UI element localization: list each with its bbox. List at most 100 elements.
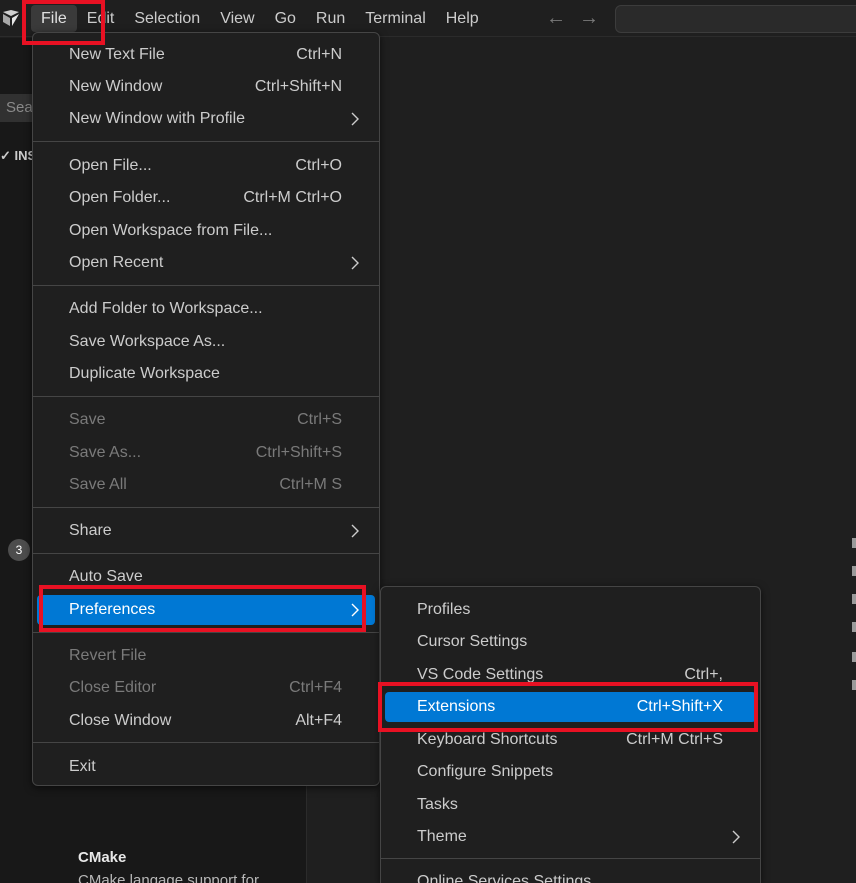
menu-selection[interactable]: Selection — [124, 5, 210, 32]
edge-mark — [852, 680, 856, 690]
menu-view[interactable]: View — [210, 5, 264, 32]
chevron-right-icon — [351, 256, 359, 270]
menu-item-label: Save Workspace As... — [69, 333, 226, 350]
menu-help[interactable]: Help — [436, 5, 489, 32]
menu-item-duplicate-workspace[interactable]: Duplicate Workspace — [37, 359, 375, 389]
extension-description: CMake langage support for ... — [78, 872, 276, 883]
count-badge: 3 — [8, 539, 30, 561]
menu-item-open-workspace-from-file[interactable]: Open Workspace from File... — [37, 216, 375, 246]
preferences-submenu: Profiles Cursor Settings VS Code Setting… — [380, 586, 761, 883]
menu-separator — [381, 858, 760, 859]
installed-section-header[interactable]: ✓ INS — [0, 148, 36, 164]
menu-item-label: Preferences — [69, 601, 156, 618]
menu-item-label: VS Code Settings — [417, 666, 544, 683]
menu-item-label: Auto Save — [69, 568, 143, 585]
menu-item-shortcut: Ctrl+O — [295, 157, 342, 174]
menu-separator — [33, 396, 379, 397]
menu-item-label: Theme — [417, 828, 467, 845]
menu-item-shortcut: Ctrl+Shift+N — [254, 78, 342, 95]
menu-separator — [33, 141, 379, 142]
menu-separator — [33, 285, 379, 286]
menu-item-shortcut: Ctrl+M S — [279, 476, 342, 493]
menu-item-label: New Window — [69, 78, 163, 95]
menu-item-new-window[interactable]: New Window Ctrl+Shift+N — [37, 72, 375, 102]
menu-item-label: Configure Snippets — [417, 763, 554, 780]
menu-item-label: Save All — [69, 476, 127, 493]
menu-item-open-file[interactable]: Open File... Ctrl+O — [37, 151, 375, 181]
menu-item-shortcut: Ctrl+Shift+X — [636, 698, 723, 715]
file-menu: New Text File Ctrl+N New Window Ctrl+Shi… — [32, 32, 380, 786]
menu-item-configure-snippets[interactable]: Configure Snippets — [385, 757, 756, 787]
menu-item-label: Close Editor — [69, 679, 157, 696]
menu-item-preferences[interactable]: Preferences — [37, 595, 375, 625]
menu-separator — [33, 742, 379, 743]
menu-item-new-window-with-profile[interactable]: New Window with Profile — [37, 104, 375, 134]
menu-item-label: New Window with Profile — [69, 110, 246, 127]
menu-item-label: Add Folder to Workspace... — [69, 300, 263, 317]
menu-item-shortcut: Ctrl+M Ctrl+O — [243, 189, 342, 206]
go-forward-icon[interactable]: → — [578, 7, 600, 29]
chevron-right-icon — [732, 830, 740, 844]
menu-item-online-services-settings[interactable]: Online Services Settings — [385, 867, 756, 883]
menu-item-revert-file[interactable]: Revert File — [37, 641, 375, 671]
command-center-search[interactable] — [615, 5, 856, 33]
menu-item-tasks[interactable]: Tasks — [385, 790, 756, 820]
menu-item-label: Close Window — [69, 712, 172, 729]
menu-item-label: Save — [69, 411, 106, 428]
menu-separator — [33, 632, 379, 633]
menu-item-profiles[interactable]: Profiles — [385, 595, 756, 625]
menu-item-shortcut: Ctrl+Shift+S — [255, 444, 342, 461]
chevron-right-icon — [351, 524, 359, 538]
edge-mark — [852, 652, 856, 662]
menu-item-save-all[interactable]: Save All Ctrl+M S — [37, 470, 375, 500]
menu-file[interactable]: File — [31, 5, 77, 32]
menu-item-save-workspace-as[interactable]: Save Workspace As... — [37, 327, 375, 357]
menu-item-label: Exit — [69, 758, 96, 775]
menu-go[interactable]: Go — [265, 5, 306, 32]
edge-mark — [852, 622, 856, 632]
menu-item-label: Open Folder... — [69, 189, 171, 206]
menu-item-shortcut: Ctrl+, — [684, 666, 723, 683]
menu-item-close-editor[interactable]: Close Editor Ctrl+F4 — [37, 673, 375, 703]
menu-item-close-window[interactable]: Close Window Alt+F4 — [37, 706, 375, 736]
chevron-right-icon — [351, 603, 359, 617]
menu-item-label: Open Recent — [69, 254, 164, 271]
menu-item-shortcut: Ctrl+M Ctrl+S — [626, 731, 723, 748]
menu-item-vs-code-settings[interactable]: VS Code Settings Ctrl+, — [385, 660, 756, 690]
app-logo-icon[interactable] — [2, 9, 20, 27]
edge-mark — [852, 566, 856, 576]
menu-item-exit[interactable]: Exit — [37, 752, 375, 782]
menu-edit[interactable]: Edit — [77, 5, 125, 32]
extension-name[interactable]: CMake — [78, 849, 126, 866]
menu-item-shortcut: Ctrl+F4 — [289, 679, 342, 696]
menu-item-label: Revert File — [69, 647, 147, 664]
menu-item-save-as[interactable]: Save As... Ctrl+Shift+S — [37, 438, 375, 468]
menu-item-share[interactable]: Share — [37, 516, 375, 546]
chevron-right-icon — [351, 112, 359, 126]
menu-item-open-recent[interactable]: Open Recent — [37, 248, 375, 278]
menu-item-extensions[interactable]: Extensions Ctrl+Shift+X — [385, 692, 756, 722]
menu-separator — [33, 553, 379, 554]
menu-item-save[interactable]: Save Ctrl+S — [37, 405, 375, 435]
edge-mark — [852, 594, 856, 604]
menu-item-shortcut: Alt+F4 — [295, 712, 342, 729]
menu-item-label: Keyboard Shortcuts — [417, 731, 558, 748]
menu-item-label: Open File... — [69, 157, 152, 174]
menu-item-shortcut: Ctrl+N — [296, 46, 342, 63]
menu-item-new-text-file[interactable]: New Text File Ctrl+N — [37, 40, 375, 70]
chevron-down-icon: ✓ — [0, 148, 15, 163]
go-back-icon[interactable]: ← — [545, 7, 567, 29]
menu-item-keyboard-shortcuts[interactable]: Keyboard Shortcuts Ctrl+M Ctrl+S — [385, 725, 756, 755]
menu-item-label: Cursor Settings — [417, 633, 528, 650]
menu-item-shortcut: Ctrl+S — [297, 411, 342, 428]
menu-item-auto-save[interactable]: Auto Save — [37, 562, 375, 592]
menu-item-cursor-settings[interactable]: Cursor Settings — [385, 627, 756, 657]
menu-item-theme[interactable]: Theme — [385, 822, 756, 852]
menu-terminal[interactable]: Terminal — [355, 5, 435, 32]
menu-item-label: Extensions — [417, 698, 496, 715]
edge-mark — [852, 538, 856, 548]
menu-run[interactable]: Run — [306, 5, 355, 32]
menu-item-open-folder[interactable]: Open Folder... Ctrl+M Ctrl+O — [37, 183, 375, 213]
menu-item-add-folder-to-workspace[interactable]: Add Folder to Workspace... — [37, 294, 375, 324]
menu-item-label: Save As... — [69, 444, 142, 461]
